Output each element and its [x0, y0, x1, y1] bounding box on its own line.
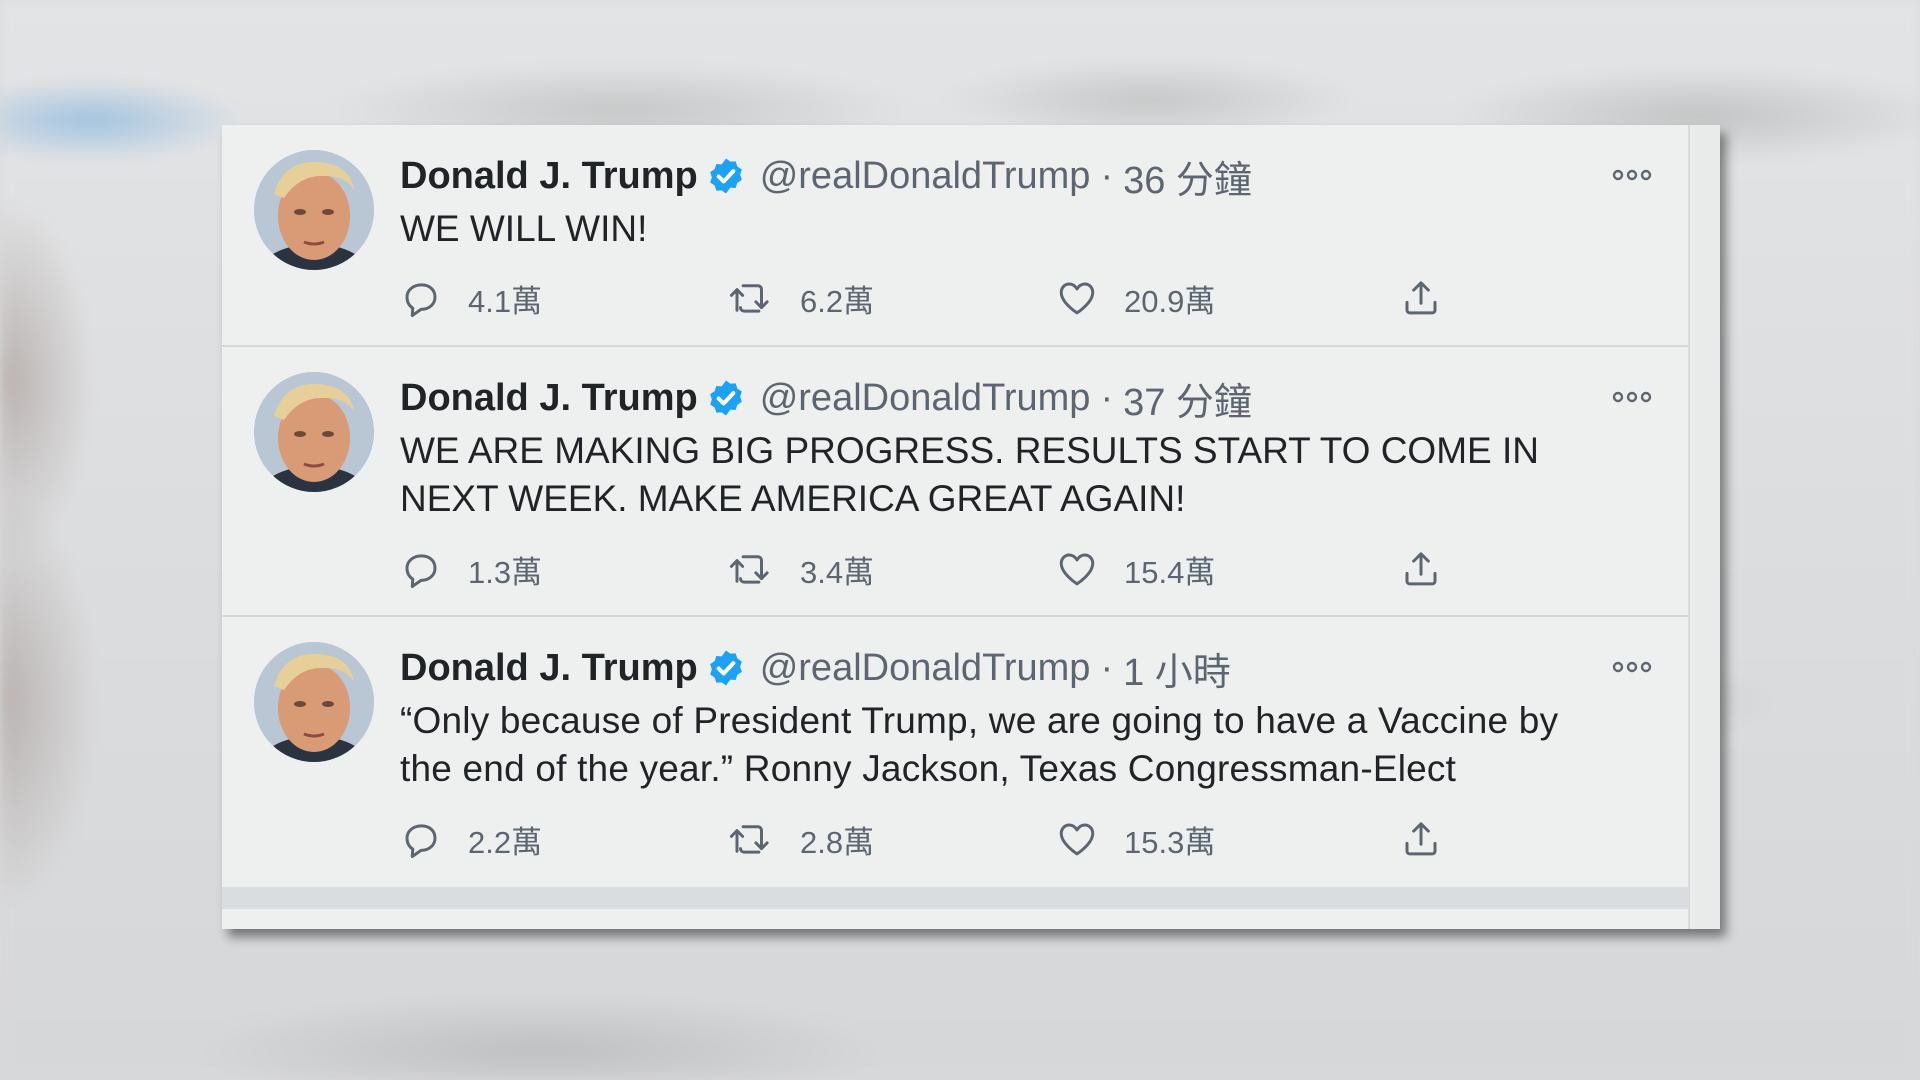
- tweet-actions: 1.3萬 3.4萬 15.4萬: [400, 544, 1500, 594]
- user-handle[interactable]: @realDonaldTrump: [760, 155, 1091, 198]
- retweet-button[interactable]: 6.2萬: [728, 273, 874, 323]
- tweet[interactable]: Donald J. Trump @realDonaldTrump · 37 分鐘…: [222, 347, 1688, 617]
- timeline-footer-divider: [222, 887, 1688, 909]
- retweet-count: 6.2萬: [800, 283, 875, 319]
- tweet-text: WE ARE MAKING BIG PROGRESS. RESULTS STAR…: [400, 430, 1539, 519]
- retweet-icon: [728, 277, 774, 319]
- avatar[interactable]: [254, 150, 374, 270]
- share-button[interactable]: [1400, 544, 1442, 594]
- tweet-actions: 4.1萬 6.2萬 20.9萬: [400, 273, 1500, 323]
- avatar[interactable]: [254, 372, 374, 492]
- retweet-count: 3.4萬: [800, 554, 875, 590]
- timeline-right-edge: [1688, 125, 1720, 929]
- retweet-count: 2.8萬: [800, 824, 875, 860]
- like-count: 20.9萬: [1124, 283, 1216, 319]
- reply-icon: [400, 277, 442, 319]
- tweet[interactable]: Donald J. Trump @realDonaldTrump · 1 小時 …: [222, 617, 1688, 887]
- reply-count: 4.1萬: [468, 283, 543, 319]
- share-button[interactable]: [1400, 814, 1442, 864]
- like-button[interactable]: 15.4萬: [1056, 544, 1215, 594]
- tweet-text: “Only because of President Trump, we are…: [400, 700, 1559, 789]
- more-icon[interactable]: [1610, 655, 1654, 679]
- tweet[interactable]: Donald J. Trump @realDonaldTrump · 36 分鐘…: [222, 125, 1688, 347]
- like-count: 15.3萬: [1124, 824, 1216, 860]
- like-count: 15.4萬: [1124, 554, 1216, 590]
- like-button[interactable]: 15.3萬: [1056, 814, 1215, 864]
- reply-button[interactable]: 1.3萬: [400, 544, 542, 594]
- verified-badge-icon: [706, 156, 746, 196]
- user-handle[interactable]: @realDonaldTrump: [760, 377, 1091, 420]
- tweet-text: WE WILL WIN!: [400, 208, 648, 249]
- share-button[interactable]: [1400, 273, 1442, 323]
- timestamp[interactable]: 1 小時: [1123, 641, 1231, 696]
- verified-badge-icon: [706, 378, 746, 418]
- more-icon[interactable]: [1610, 385, 1654, 409]
- display-name[interactable]: Donald J. Trump: [400, 377, 698, 420]
- avatar[interactable]: [254, 642, 374, 762]
- tweet-actions: 2.2萬 2.8萬 15.3萬: [400, 814, 1500, 864]
- separator-dot: ·: [1100, 376, 1114, 419]
- heart-icon: [1056, 277, 1098, 319]
- share-icon: [1400, 548, 1442, 590]
- heart-icon: [1056, 548, 1098, 590]
- separator-dot: ·: [1100, 154, 1114, 197]
- display-name[interactable]: Donald J. Trump: [400, 647, 698, 690]
- verified-badge-icon: [706, 648, 746, 688]
- more-icon[interactable]: [1610, 163, 1654, 187]
- retweet-icon: [728, 818, 774, 860]
- tweet-header: Donald J. Trump @realDonaldTrump · 1 小時: [400, 641, 1231, 696]
- retweet-icon: [728, 548, 774, 590]
- reply-icon: [400, 548, 442, 590]
- reply-count: 1.3萬: [468, 554, 543, 590]
- retweet-button[interactable]: 3.4萬: [728, 544, 874, 594]
- timestamp[interactable]: 37 分鐘: [1123, 371, 1252, 426]
- timestamp[interactable]: 36 分鐘: [1123, 149, 1252, 204]
- tweet-timeline-card: Donald J. Trump @realDonaldTrump · 36 分鐘…: [222, 125, 1720, 929]
- reply-count: 2.2萬: [468, 824, 543, 860]
- tweet-header: Donald J. Trump @realDonaldTrump · 37 分鐘: [400, 371, 1252, 426]
- display-name[interactable]: Donald J. Trump: [400, 155, 698, 198]
- reply-icon: [400, 818, 442, 860]
- share-icon: [1400, 818, 1442, 860]
- share-icon: [1400, 277, 1442, 319]
- like-button[interactable]: 20.9萬: [1056, 273, 1215, 323]
- reply-button[interactable]: 4.1萬: [400, 273, 542, 323]
- tweet-header: Donald J. Trump @realDonaldTrump · 36 分鐘: [400, 149, 1252, 204]
- heart-icon: [1056, 818, 1098, 860]
- user-handle[interactable]: @realDonaldTrump: [760, 647, 1091, 690]
- reply-button[interactable]: 2.2萬: [400, 814, 542, 864]
- separator-dot: ·: [1100, 646, 1114, 689]
- retweet-button[interactable]: 2.8萬: [728, 814, 874, 864]
